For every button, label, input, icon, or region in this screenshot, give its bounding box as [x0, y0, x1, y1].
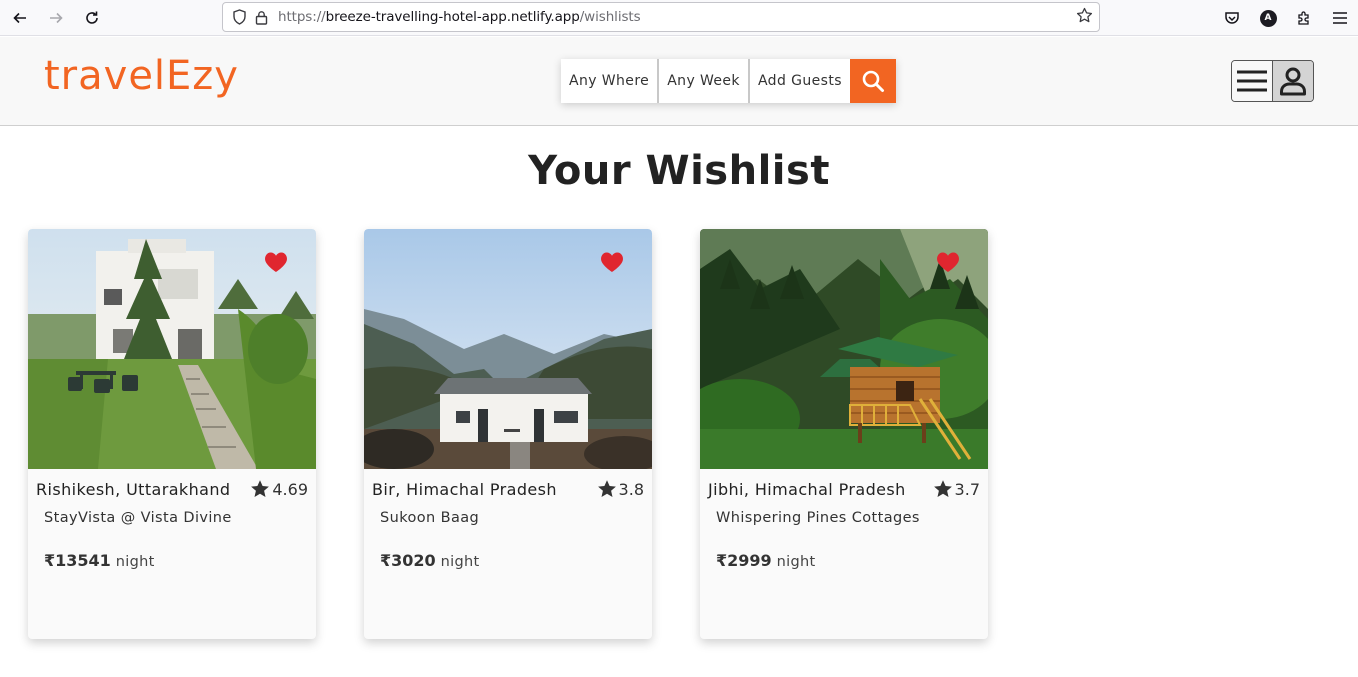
- browser-toolbar: https://breeze-travelling-hotel-app.netl…: [0, 0, 1358, 36]
- property-name: StayVista @ Vista Divine: [44, 510, 232, 526]
- price-row: ₹3020 night: [364, 551, 652, 570]
- reload-icon: [86, 11, 98, 24]
- extensions-button[interactable]: [1286, 0, 1322, 36]
- reload-button[interactable]: [74, 0, 110, 36]
- profile-toggle[interactable]: [1272, 61, 1313, 101]
- pocket-icon: [1225, 12, 1239, 24]
- forward-arrow-icon: [50, 12, 63, 23]
- page-title: Your Wishlist: [528, 148, 830, 194]
- url-path: /wishlists: [579, 9, 641, 25]
- price-value: ₹2999: [716, 551, 772, 570]
- price-row: ₹2999 night: [700, 551, 988, 570]
- favorite-heart-icon[interactable]: [600, 251, 624, 273]
- hamburger-icon: [1236, 70, 1267, 92]
- favorite-heart-icon[interactable]: [264, 251, 288, 273]
- search-week[interactable]: Any Week: [657, 59, 748, 103]
- search-where[interactable]: Any Where: [561, 59, 657, 103]
- card-header-row: Bir, Himachal Pradesh 3.8: [364, 479, 652, 499]
- star-icon: [597, 480, 616, 497]
- star-icon: [933, 480, 952, 497]
- price-row: ₹13541 night: [28, 551, 316, 570]
- url-text[interactable]: https://breeze-travelling-hotel-app.netl…: [278, 9, 641, 25]
- search-button[interactable]: [849, 59, 896, 103]
- property-photo[interactable]: [28, 229, 316, 469]
- search-guests[interactable]: Add Guests: [747, 59, 850, 103]
- rating-value: 3.7: [954, 479, 980, 499]
- rating-value: 3.8: [618, 479, 644, 499]
- tracking-protection-shield-icon[interactable]: [228, 6, 250, 28]
- property-photo[interactable]: [700, 229, 988, 469]
- price-unit: night: [115, 554, 155, 570]
- menu-toggle[interactable]: [1232, 61, 1273, 101]
- search-icon: [862, 70, 884, 92]
- search-bar: Any Where Any Week Add Guests: [561, 59, 896, 103]
- wishlist-card[interactable]: Jibhi, Himachal Pradesh 3.7 Whispering P…: [700, 229, 988, 639]
- card-rating: 3.8: [597, 479, 644, 499]
- card-location: Bir, Himachal Pradesh: [372, 479, 557, 499]
- browser-right-toolbar: A: [1214, 0, 1358, 36]
- card-location: Jibhi, Himachal Pradesh: [708, 479, 906, 499]
- url-protocol: https://: [278, 9, 326, 25]
- account-button[interactable]: A: [1250, 0, 1286, 36]
- site-logo[interactable]: travelEzy: [44, 53, 239, 99]
- forward-button[interactable]: [38, 0, 74, 36]
- price-unit: night: [776, 554, 816, 570]
- back-arrow-icon: [13, 12, 26, 23]
- property-name: Whispering Pines Cottages: [716, 510, 920, 526]
- card-header-row: Jibhi, Himachal Pradesh 3.7: [700, 479, 988, 499]
- puzzle-piece-icon: [1298, 11, 1309, 25]
- user-menu-button[interactable]: [1231, 60, 1314, 102]
- pocket-button[interactable]: [1214, 0, 1250, 36]
- url-host: breeze-travelling-hotel-app.netlify.app: [325, 9, 580, 25]
- price-value: ₹13541: [44, 551, 111, 570]
- card-header-row: Rishikesh, Uttarakhand 4.69: [28, 479, 316, 499]
- favorite-heart-icon[interactable]: [936, 251, 960, 273]
- account-avatar-icon: A: [1259, 9, 1277, 27]
- wishlist-card[interactable]: Bir, Himachal Pradesh 3.8 Sukoon Baag ₹3…: [364, 229, 652, 639]
- lock-icon[interactable]: [250, 6, 272, 28]
- price-value: ₹3020: [380, 551, 436, 570]
- card-location: Rishikesh, Uttarakhand: [36, 479, 231, 499]
- bookmark-star-icon[interactable]: [1076, 7, 1093, 28]
- address-bar[interactable]: https://breeze-travelling-hotel-app.netl…: [222, 2, 1100, 32]
- app-menu-button[interactable]: [1322, 0, 1358, 36]
- site-header: travelEzy Any Where Any Week Add Guests: [0, 37, 1358, 126]
- card-rating: 4.69: [250, 479, 308, 499]
- hamburger-menu-icon: [1333, 12, 1347, 24]
- star-icon: [251, 480, 270, 497]
- rating-value: 4.69: [272, 479, 308, 499]
- card-rating: 3.7: [933, 479, 980, 499]
- back-button[interactable]: [2, 0, 38, 36]
- user-icon: [1279, 67, 1306, 96]
- price-unit: night: [440, 554, 480, 570]
- wishlist-card[interactable]: Rishikesh, Uttarakhand 4.69 StayVista @ …: [28, 229, 316, 639]
- property-name: Sukoon Baag: [380, 510, 480, 526]
- property-photo[interactable]: [364, 229, 652, 469]
